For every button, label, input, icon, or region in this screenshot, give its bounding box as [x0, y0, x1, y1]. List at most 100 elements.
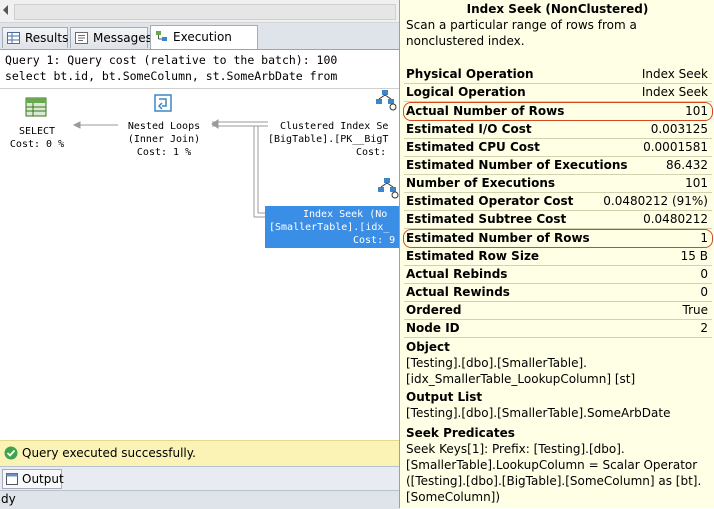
property-row: Estimated CPU Cost 0.0001581 [404, 139, 712, 157]
property-value: Index Seek [641, 67, 708, 81]
tooltip-properties: Physical Operation Index Seek Logical Oper… [403, 66, 713, 338]
property-key: Logical Operation [406, 85, 526, 99]
query-cost-line: Query 1: Query cost (relative to the bat… [5, 53, 338, 67]
nested-loops-node-label: Nested Loops (Inner Join) Cost: 1 % [110, 120, 218, 159]
results-tab-strip: Results Messages Execution plan [0, 23, 400, 67]
tab-output[interactable]: Output [2, 469, 64, 489]
property-row: Estimated Row Size 15 B [404, 248, 712, 266]
property-row: Estimated Number of Executions 86.432 [404, 157, 712, 175]
property-row: Estimated Number of Rows 1 [403, 229, 713, 248]
nested-loops-sub: (Inner Join) [127, 134, 201, 145]
property-value: 101 [685, 104, 708, 118]
property-value: 86.432 [666, 158, 708, 172]
index-seek-name: Index Seek (No [303, 209, 388, 220]
property-key: Estimated Operator Cost [406, 194, 574, 208]
index-seek-icon[interactable] [376, 177, 400, 199]
property-key: Actual Rebinds [406, 267, 508, 281]
clustered-index-seek-icon[interactable] [374, 89, 398, 111]
property-value: 0.0480212 [643, 212, 708, 226]
seek-predicates-heading: Seek Predicates [406, 426, 515, 440]
plan-icon [156, 31, 167, 41]
tab-results-label: Results [25, 31, 69, 45]
property-key: Estimated Number of Rows [406, 231, 590, 245]
scroll-left-icon[interactable] [3, 5, 8, 15]
clustered-seek-cost: Cost: [356, 147, 387, 158]
messages-icon [75, 32, 88, 44]
index-seek-node-selected[interactable]: Index Seek (No [SmallerTable].[idx_ Cost… [265, 206, 400, 248]
property-row: Estimated Operator Cost 0.0480212 (91%) [404, 193, 712, 211]
app-status-text: dy [1, 492, 16, 506]
select-operator-icon[interactable] [25, 97, 47, 117]
property-row: Estimated Subtree Cost 0.0480212 [404, 211, 712, 229]
output-panel-strip: Output [0, 466, 400, 491]
output-list-line-1: [Testing].[dbo].[SmallerTable].SomeArbDa… [406, 406, 671, 420]
property-key: Estimated Number of Executions [406, 158, 628, 172]
tab-messages[interactable]: Messages [70, 27, 152, 48]
object-heading: Object [406, 340, 450, 354]
property-row: Node ID 2 [404, 320, 712, 338]
seek-predicates-line-3: ([Testing].[dbo].[BigTable].[SomeColumn]… [406, 474, 702, 488]
property-key: Estimated Subtree Cost [406, 212, 567, 226]
tab-results[interactable]: Results [2, 27, 68, 48]
tab-output-label: Output [22, 472, 64, 486]
query-header: Query 1: Query cost (relative to the bat… [0, 50, 400, 89]
tooltip-description: Scan a particular range of rows from a n… [406, 18, 637, 48]
success-check-icon [4, 446, 18, 460]
property-value: 2 [700, 321, 708, 335]
property-value: 101 [685, 176, 708, 190]
tooltip-title: Index Seek (NonClustered) [466, 2, 649, 16]
tab-execution-plan[interactable]: Execution plan [150, 25, 258, 67]
seek-predicates-line-4: [SomeColumn]) [406, 490, 501, 504]
property-row: Number of Executions 101 [404, 175, 712, 193]
property-row: Logical Operation Index Seek [404, 84, 712, 102]
property-key: Actual Rewinds [406, 285, 510, 299]
property-key: Actual Number of Rows [406, 104, 565, 118]
property-value: 15 B [680, 249, 708, 263]
select-node-name: SELECT [18, 126, 56, 137]
property-row: Ordered True [404, 302, 712, 320]
property-key: Node ID [406, 321, 460, 335]
output-window-icon [6, 473, 18, 485]
clustered-seek-name: Clustered Index Se [280, 121, 389, 132]
tooltip-seek-predicates-section: Seek Predicates Seek Keys[1]: Prefix: [T… [406, 425, 706, 505]
property-value: Index Seek [641, 85, 708, 99]
nested-loops-icon[interactable] [153, 93, 175, 115]
property-value: 1 [700, 231, 708, 245]
property-value: 0 [700, 267, 708, 281]
operator-tooltip: Index Seek (NonClustered) Scan a particu… [399, 0, 714, 508]
property-row: Actual Number of Rows 101 [403, 102, 713, 121]
property-value: 0.003125 [650, 122, 708, 136]
property-value: True [682, 303, 709, 317]
clustered-seek-node-label: Clustered Index Se [BigTable].[PK__BigT … [268, 120, 400, 159]
index-seek-object: [SmallerTable].[idx_ [269, 222, 390, 233]
property-key: Estimated I/O Cost [406, 122, 532, 136]
select-node-cost: Cost: 0 % [9, 139, 65, 150]
clustered-seek-object: [BigTable].[PK__BigT [268, 134, 389, 145]
nested-loops-name: Nested Loops [127, 121, 201, 132]
execution-plan-canvas[interactable]: SELECT Cost: 0 % Nested Loops (Inner Joi… [0, 89, 400, 439]
seek-predicates-line-2: [SmallerTable].LookupColumn = Scalar Ope… [406, 458, 698, 472]
select-node-label: SELECT Cost: 0 % [0, 125, 74, 151]
nested-loops-cost: Cost: 1 % [136, 147, 192, 158]
scrollbar-track[interactable] [14, 4, 396, 20]
output-list-heading: Output List [406, 390, 483, 404]
index-seek-cost: Cost: 9 [353, 235, 396, 246]
status-message: Query executed successfully. [22, 446, 196, 460]
tooltip-output-list-section: Output List [Testing].[dbo].[SmallerTabl… [406, 389, 706, 421]
horizontal-scrollbar[interactable] [0, 0, 400, 23]
property-key: Estimated CPU Cost [406, 140, 540, 154]
property-key: Ordered [406, 303, 462, 317]
tooltip-object-section: Object [Testing].[dbo].[SmallerTable]. [… [406, 339, 706, 387]
property-row: Estimated I/O Cost 0.003125 [404, 121, 712, 139]
query-status-bar: Query executed successfully. [0, 440, 400, 466]
property-value: 0.0001581 [643, 140, 708, 154]
property-row: Actual Rebinds 0 [404, 266, 712, 284]
object-line-2: [idx_SmallerTable_LookupColumn] [st] [406, 372, 636, 386]
seek-predicates-line-1: Seek Keys[1]: Prefix: [Testing].[dbo]. [406, 442, 625, 456]
query-sql-line: select bt.id, bt.SomeColumn, st.SomeArbD… [5, 69, 338, 83]
object-line-1: [Testing].[dbo].[SmallerTable]. [406, 356, 587, 370]
property-value: 0.0480212 (91%) [603, 194, 708, 208]
app-status-bar: dy [0, 490, 400, 509]
property-row: Physical Operation Index Seek [404, 66, 712, 84]
tab-messages-label: Messages [93, 31, 152, 45]
